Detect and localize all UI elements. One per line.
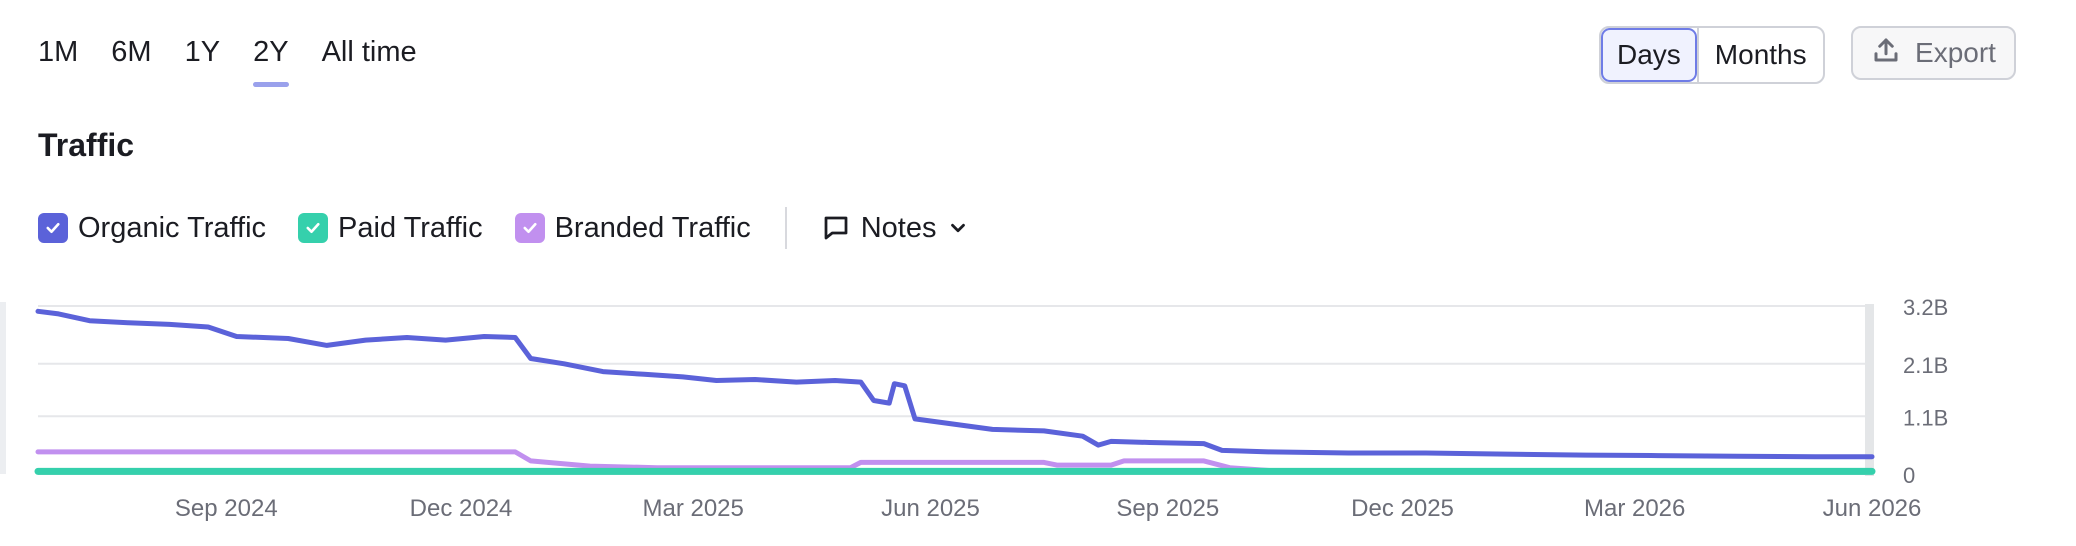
months-button[interactable]: Months [1696, 28, 1823, 82]
legend-label-organic: Organic Traffic [78, 211, 267, 244]
legend-divider [784, 207, 787, 249]
legend-label-branded: Branded Traffic [554, 211, 751, 244]
range-tabs: 1M 6M 1Y 2Y All time [38, 36, 450, 87]
legend-paid-traffic[interactable]: Paid Traffic [298, 212, 483, 245]
legend-organic-traffic[interactable]: Organic Traffic [38, 212, 266, 245]
left-edge-strip [0, 302, 6, 474]
y-tick-label: 2.1B [1903, 353, 1948, 378]
chevron-down-icon [950, 223, 965, 233]
y-tick-label: 3.2B [1903, 295, 1948, 320]
x-tick-label: Sep 2025 [1116, 495, 1219, 522]
export-button[interactable]: Export [1851, 26, 2016, 80]
x-tick-label: Mar 2025 [642, 495, 743, 522]
x-tick-label: Mar 2026 [1584, 495, 1685, 522]
checkbox-paid-traffic[interactable] [298, 213, 329, 243]
upload-icon [1871, 35, 1901, 72]
check-icon [523, 222, 537, 234]
export-label: Export [1915, 37, 1996, 68]
range-tab-all-time[interactable]: All time [322, 36, 417, 79]
x-tick-label: Sep 2024 [175, 495, 278, 522]
chart-edge-marker [1865, 304, 1874, 476]
comment-icon [824, 216, 848, 240]
section-title: Traffic [38, 127, 135, 163]
legend-branded-traffic[interactable]: Branded Traffic [514, 211, 751, 245]
y-tick-label: 0 [1903, 463, 1915, 488]
check-icon [46, 222, 60, 234]
series-line-organic-traffic [35, 308, 1875, 460]
y-tick-label: 1.1B [1903, 405, 1948, 430]
notes-dropdown[interactable]: Notes [821, 212, 969, 245]
x-tick-label: Dec 2025 [1351, 495, 1454, 522]
x-tick-label: Jun 2026 [1823, 495, 1922, 522]
range-tab-1y[interactable]: 1Y [185, 36, 220, 79]
notes-label: Notes [860, 211, 937, 244]
x-tick-label: Dec 2024 [410, 495, 513, 522]
chart-legend: Organic Traffic Paid Traffic Branded Tra… [38, 207, 969, 249]
checkbox-branded-traffic[interactable] [514, 213, 545, 243]
days-button[interactable]: Days [1601, 28, 1697, 82]
range-tab-1m[interactable]: 1M [38, 36, 78, 79]
range-tab-2y[interactable]: 2Y [253, 36, 290, 87]
granularity-toggle: Days Months [1599, 26, 1825, 84]
checkbox-organic-traffic[interactable] [38, 213, 68, 243]
check-icon [306, 222, 320, 234]
legend-label-paid: Paid Traffic [338, 211, 483, 244]
traffic-chart: 3.2B 2.1B 1.1B 0 Sep 2024 Dec 2024 Mar 2025 Jun… [0, 295, 1948, 522]
range-tab-6m[interactable]: 6M [111, 36, 151, 79]
x-tick-label: Jun 2025 [881, 495, 980, 522]
